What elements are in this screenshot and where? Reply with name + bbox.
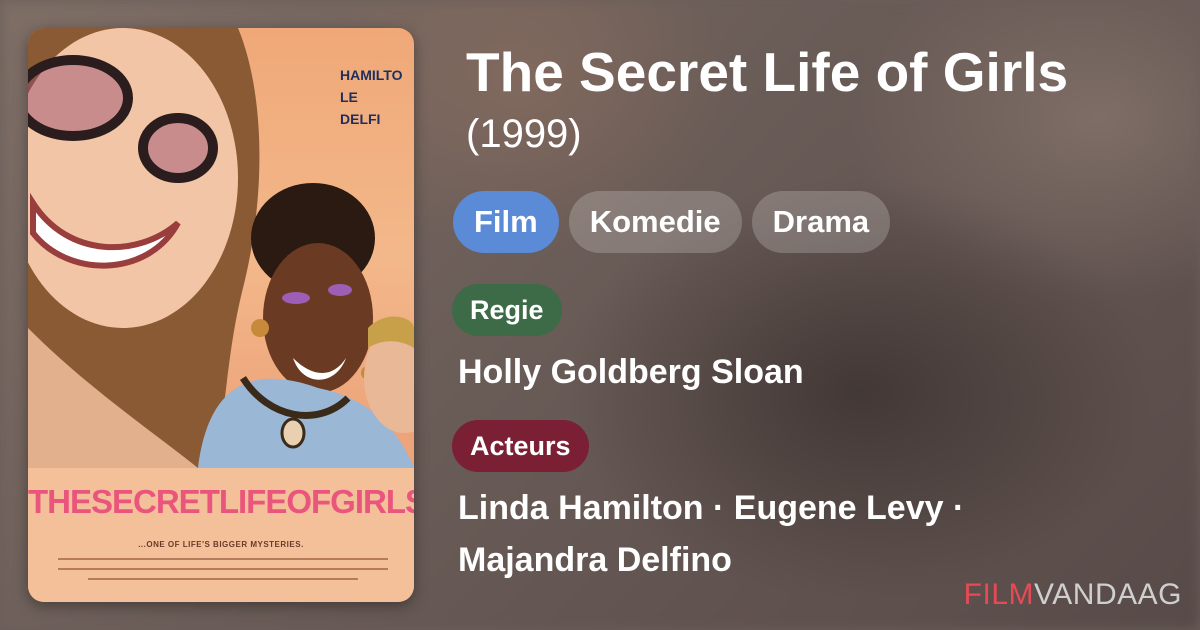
genre-chip-komedie[interactable]: Komedie xyxy=(568,191,742,253)
poster-credit: LE xyxy=(340,89,358,105)
movie-poster[interactable]: HAMILTO LE DELFI THESECRETLIFEOFGIRLS ..… xyxy=(28,28,414,602)
director-names: Holly Goldberg Sloan xyxy=(458,353,804,391)
movie-year: (1999) xyxy=(466,112,582,156)
poster-credit: DELFI xyxy=(340,111,381,127)
genre-chip-film[interactable]: Film xyxy=(453,191,559,253)
genre-chips: Film Komedie Drama xyxy=(453,191,891,253)
actor-names-line: Linda Hamilton · Eugene Levy · xyxy=(458,489,965,527)
brand-part-film: FILM xyxy=(963,578,1035,611)
poster-tagline: ...ONE OF LIFE'S BIGGER MYSTERIES. xyxy=(138,540,304,549)
filmvandaag-logo[interactable]: FILMVANDAAG xyxy=(964,578,1182,612)
regie-badge: Regie xyxy=(452,284,562,336)
poster-credits: HAMILTO LE DELFI xyxy=(340,64,410,130)
genre-chip-drama[interactable]: Drama xyxy=(751,191,891,253)
brand-part-vandaag: VANDAAG xyxy=(1034,578,1182,611)
acteurs-badge: Acteurs xyxy=(452,420,589,472)
poster-credit: HAMILTO xyxy=(340,67,403,83)
poster-title: THESECRETLIFEOFGIRLS xyxy=(28,483,414,520)
movie-title: The Secret Life of Girls xyxy=(466,41,1069,103)
actor-names: Linda Hamilton · Eugene Levy · Majandra … xyxy=(458,482,1158,586)
